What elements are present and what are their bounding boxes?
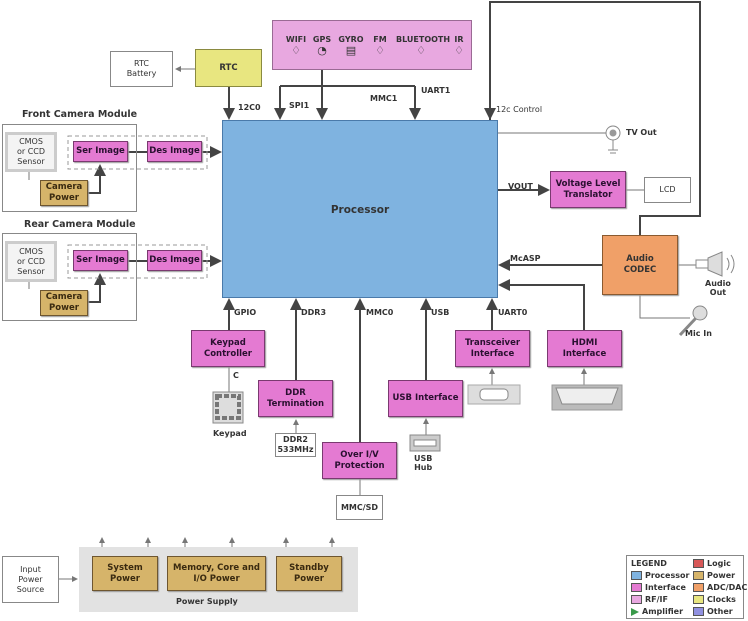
legend-item-rf-if: RF/IF	[631, 595, 668, 604]
bus-label-vout: VOUT	[508, 182, 533, 191]
ddr2-memory: DDR2 533MHz	[275, 433, 316, 457]
legend-item-processor: Processor	[631, 571, 689, 580]
ddr-termination: DDR Termination	[258, 380, 333, 417]
tv-out-label: TV Out	[626, 128, 657, 137]
front-ser-image: Ser Image	[73, 141, 128, 162]
bus-label-gpio: GPIO	[234, 308, 257, 317]
usb-hub-label: USB Hub	[414, 454, 433, 472]
rear-camera-power: Camera Power	[40, 290, 88, 316]
transceiver-interface: Transceiver Interface	[455, 330, 530, 367]
bus-label-ddr3: DDR3	[301, 308, 327, 317]
legend-swatch	[631, 607, 639, 616]
front-cmos-sensor: CMOS or CCD Sensor	[5, 132, 57, 172]
legend-item-logic: Logic	[693, 559, 731, 568]
serial-connector-icon	[467, 384, 521, 405]
rtc-block: RTC	[195, 49, 262, 87]
legend-item-adc-dac: ADC/DAC	[693, 583, 747, 592]
power-supply-label: Power Supply	[176, 597, 238, 606]
rear-cmos-sensor: CMOS or CCD Sensor	[5, 241, 57, 282]
usb-interface: USB Interface	[388, 380, 463, 417]
rear-des-image: Des Image	[147, 250, 202, 271]
rear-ser-image: Ser Image	[73, 250, 128, 271]
legend-swatch	[693, 595, 704, 604]
legend-title: LEGEND	[631, 559, 667, 568]
legend-swatch	[693, 571, 704, 580]
legend-label: Amplifier	[642, 607, 684, 616]
tv-out-connector-icon	[605, 125, 621, 154]
keypad-icon	[212, 391, 244, 424]
mic-in-label: Mic In	[685, 329, 712, 338]
legend-label: Processor	[645, 571, 690, 580]
keypad-label: Keypad	[213, 429, 247, 438]
lcd: LCD	[644, 177, 691, 203]
legend-swatch	[693, 583, 704, 592]
legend-label: Clocks	[707, 595, 736, 604]
rf-item-ir: IR ♢	[434, 35, 484, 57]
legend-swatch	[631, 583, 642, 592]
standby-power: Standby Power	[276, 556, 342, 591]
bus-label-mmc0: MMC0	[366, 308, 394, 317]
legend-label: Other	[707, 607, 733, 616]
legend-item-power: Power	[693, 571, 735, 580]
front-camera-title: Front Camera Module	[22, 109, 138, 120]
rear-camera-title: Rear Camera Module	[24, 219, 136, 230]
legend-label: ADC/DAC	[707, 583, 748, 592]
legend-swatch	[631, 595, 642, 604]
antenna-icon: ♢	[454, 44, 464, 57]
legend-label: Logic	[707, 559, 731, 568]
bus-label-uart0: UART0	[498, 308, 528, 317]
memory-core-io-power: Memory, Core and I/O Power	[167, 556, 266, 591]
legend-swatch	[631, 571, 642, 580]
legend-swatch	[693, 559, 704, 568]
system-power: System Power	[92, 556, 158, 591]
speaker-icon	[695, 251, 735, 277]
rtc-battery: RTC Battery	[110, 51, 173, 87]
over-iv-protection: Over I/V Protection	[322, 442, 397, 479]
front-des-image: Des Image	[147, 141, 202, 162]
legend-label: RF/IF	[645, 595, 668, 604]
bus-label-spi1: SPI1	[289, 101, 310, 110]
legend-item-other: Other	[693, 607, 733, 616]
legend: LEGEND Processor Interface RF/IF Amplifier L…	[626, 555, 747, 619]
bus-label-mmc1: MMC1	[370, 94, 398, 103]
voltage-level-translator: Voltage Level Translator	[550, 171, 626, 208]
front-camera-power: Camera Power	[40, 180, 88, 206]
legend-item-amplifier: Amplifier	[631, 607, 683, 616]
audio-codec: Audio CODEC	[602, 235, 678, 295]
hdmi-interface: HDMI Interface	[547, 330, 622, 367]
processor: Processor	[222, 120, 498, 298]
bus-label-mcasp: McASP	[510, 254, 541, 263]
usb-port-icon	[409, 434, 441, 452]
input-power-source: Input Power Source	[2, 556, 59, 603]
legend-item-interface: Interface	[631, 583, 686, 592]
legend-swatch	[693, 607, 704, 616]
audio-out-label: Audio Out	[705, 279, 731, 297]
legend-label: Interface	[645, 583, 686, 592]
bus-label-c: C	[233, 371, 239, 380]
bus-label-i2c-control: 12c Control	[496, 105, 543, 114]
legend-label: Power	[707, 571, 736, 580]
bus-label-usb: USB	[431, 308, 450, 317]
bus-label-uart1: UART1	[421, 86, 451, 95]
bus-label-12c0: 12C0	[238, 103, 261, 112]
rf-item-label: IR	[454, 35, 464, 44]
keypad-controller: Keypad Controller	[191, 330, 265, 367]
mmc-sd: MMC/SD	[336, 495, 383, 520]
legend-item-clocks: Clocks	[693, 595, 736, 604]
hdmi-connector-icon	[551, 384, 623, 411]
block-diagram: WIFI ♢ GPS ◔ GYRO ▤ FM ♢ BLUETOOTH ♢ IR ♢ RTC Batte…	[0, 0, 748, 621]
